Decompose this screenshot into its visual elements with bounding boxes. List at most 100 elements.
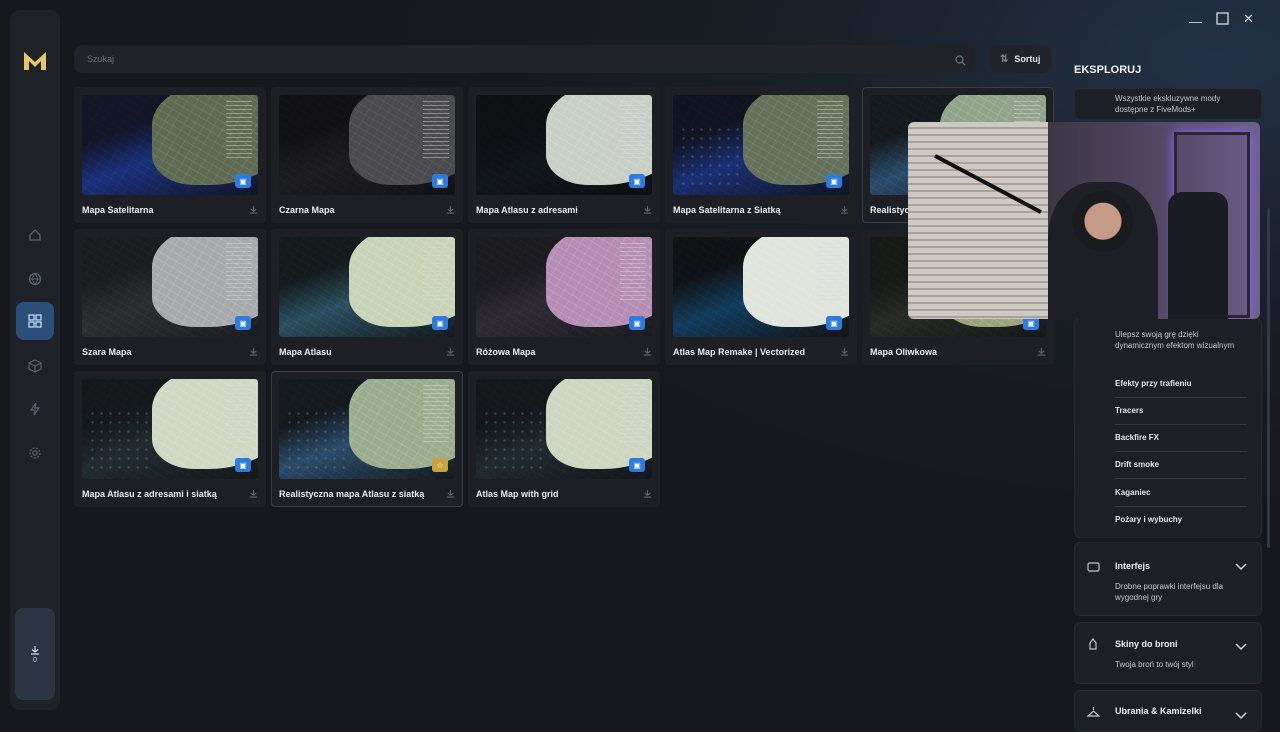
divider: [1115, 451, 1247, 452]
map-title: Atlas Map with grid: [476, 489, 559, 499]
map-title: Różowa Mapa: [476, 347, 536, 357]
map-thumbnail: ▣: [82, 237, 258, 337]
map-thumbnail: ▣: [476, 237, 652, 337]
download-icon[interactable]: [249, 347, 258, 358]
interface-section[interactable]: Interfejs Drobne poprawki interfejsu dla…: [1074, 542, 1262, 616]
search-input[interactable]: [85, 53, 929, 65]
map-thumbnail: ▣: [82, 95, 258, 195]
maximize-icon[interactable]: [1216, 12, 1229, 28]
gift-icon: ▣: [629, 316, 645, 330]
download-icon[interactable]: [249, 205, 258, 216]
close-icon[interactable]: ✕: [1243, 11, 1254, 27]
effects-item[interactable]: Pożary i wybuchy: [1115, 515, 1182, 524]
downloads-button[interactable]: 0: [15, 608, 55, 700]
map-legend: [620, 385, 646, 443]
downloads-count: 0: [33, 656, 37, 664]
map-legend: [423, 101, 449, 159]
map-card[interactable]: ▣ Różowa Mapa: [468, 229, 660, 365]
gift-icon: ▣: [235, 174, 251, 188]
map-card[interactable]: ▣ Szara Mapa: [74, 229, 266, 365]
section-title: Interfejs: [1115, 561, 1151, 571]
section-title: Skiny do broni: [1115, 639, 1178, 649]
gift-icon: ▣: [826, 174, 842, 188]
map-thumbnail: ▣: [476, 95, 652, 195]
bolt-icon[interactable]: [16, 390, 54, 428]
map-grid-overlay: [285, 409, 345, 469]
map-title: Mapa Oliwkowa: [870, 347, 938, 357]
map-card[interactable]: ▣ Czarna Mapa: [271, 87, 463, 223]
map-card[interactable]: ▣ Mapa Atlasu z adresami i siatką: [74, 371, 266, 507]
map-grid-overlay: [679, 125, 739, 185]
effects-item[interactable]: Kaganiec: [1115, 488, 1151, 497]
chevron-down-icon[interactable]: [1235, 558, 1247, 576]
scrollbar[interactable]: [1267, 208, 1270, 548]
download-icon[interactable]: [643, 205, 652, 216]
download-icon[interactable]: [249, 489, 258, 500]
search-icon[interactable]: [955, 53, 966, 71]
map-card[interactable]: ▣ Mapa Satelitarna z Siatką: [665, 87, 857, 223]
map-title: Szara Mapa: [82, 347, 132, 357]
effects-item[interactable]: Backfire FX: [1115, 433, 1159, 442]
divider: [1115, 424, 1247, 425]
map-title: Mapa Satelitarna: [82, 205, 154, 215]
sort-button[interactable]: ⇅ Sortuj: [989, 45, 1051, 73]
map-title: Mapa Satelitarna z Siatką: [673, 205, 781, 215]
download-icon[interactable]: [643, 347, 652, 358]
map-legend: [620, 243, 646, 301]
gift-icon: ▣: [235, 458, 251, 472]
map-legend: [226, 385, 252, 443]
download-icon[interactable]: [1037, 347, 1046, 358]
section-desc: Twoja broń to twój styl: [1115, 660, 1194, 669]
download-icon[interactable]: [446, 489, 455, 500]
clothing-section[interactable]: Ubrania & Kamizelki: [1074, 690, 1262, 732]
map-title: Czarna Mapa: [279, 205, 335, 215]
cube-icon[interactable]: [16, 347, 54, 385]
map-legend: [620, 101, 646, 159]
map-card[interactable]: ▣ Mapa Satelitarna: [74, 87, 266, 223]
map-thumbnail: ▣: [673, 95, 849, 195]
effects-desc: Ulepsz swoją grę dzięki dynamicznym efek…: [1115, 330, 1235, 350]
search-bar: [74, 45, 974, 73]
map-card[interactable]: ▣ Atlas Map with grid: [468, 371, 660, 507]
download-icon[interactable]: [446, 347, 455, 358]
fivemods-logo[interactable]: [22, 48, 48, 74]
map-card[interactable]: ▣ Mapa Atlasu z adresami: [468, 87, 660, 223]
gift-icon: ▣: [235, 316, 251, 330]
effects-item[interactable]: Tracers: [1115, 406, 1143, 415]
weapon-skins-section[interactable]: Skiny do broni Twoja broń to twój styl: [1074, 622, 1262, 684]
gear-icon[interactable]: [16, 434, 54, 472]
globe-icon[interactable]: [16, 260, 54, 298]
sidebar: 0: [10, 10, 60, 710]
map-card[interactable]: ☆ Realistyczna mapa Atlasu z siatką: [271, 371, 463, 507]
chevron-down-icon[interactable]: [1235, 638, 1247, 656]
gift-icon: ▣: [826, 316, 842, 330]
download-icon[interactable]: [446, 205, 455, 216]
gift-icon: ▣: [432, 316, 448, 330]
effects-item[interactable]: Drift smoke: [1115, 460, 1159, 469]
download-icon[interactable]: [840, 347, 849, 358]
exclusive-card[interactable]: Wszystkie ekskluzywne mody dostępne z Fi…: [1074, 88, 1262, 119]
premium-star-icon: ☆: [432, 458, 448, 472]
grid-icon[interactable]: [16, 302, 54, 340]
divider: [1115, 478, 1247, 479]
minimize-icon[interactable]: —: [1189, 14, 1202, 29]
webcam-blinds: [908, 122, 1048, 319]
exclusive-desc: Wszystkie ekskluzywne mody dostępne z Fi…: [1115, 94, 1221, 114]
map-card[interactable]: ▣ Mapa Atlasu: [271, 229, 463, 365]
gift-icon: ▣: [432, 174, 448, 188]
map-title: Atlas Map Remake | Vectorized: [673, 347, 806, 357]
download-icon[interactable]: [643, 489, 652, 500]
effects-item[interactable]: Efekty przy trafieniu: [1115, 379, 1191, 388]
chevron-down-icon[interactable]: [1235, 707, 1247, 725]
download-icon[interactable]: [840, 205, 849, 216]
effects-card: Ulepsz swoją grę dzięki dynamicznym efek…: [1074, 318, 1262, 538]
webcam-person: [1048, 182, 1158, 319]
gift-icon: ▣: [629, 458, 645, 472]
map-thumbnail: ▣: [279, 237, 455, 337]
map-title: Mapa Atlasu z adresami i siatką: [82, 489, 217, 499]
home-icon[interactable]: [16, 216, 54, 254]
divider: [1115, 397, 1247, 398]
map-title: Realistyc: [870, 205, 910, 215]
map-card[interactable]: ▣ Atlas Map Remake | Vectorized: [665, 229, 857, 365]
weapon-icon: [1087, 637, 1099, 655]
